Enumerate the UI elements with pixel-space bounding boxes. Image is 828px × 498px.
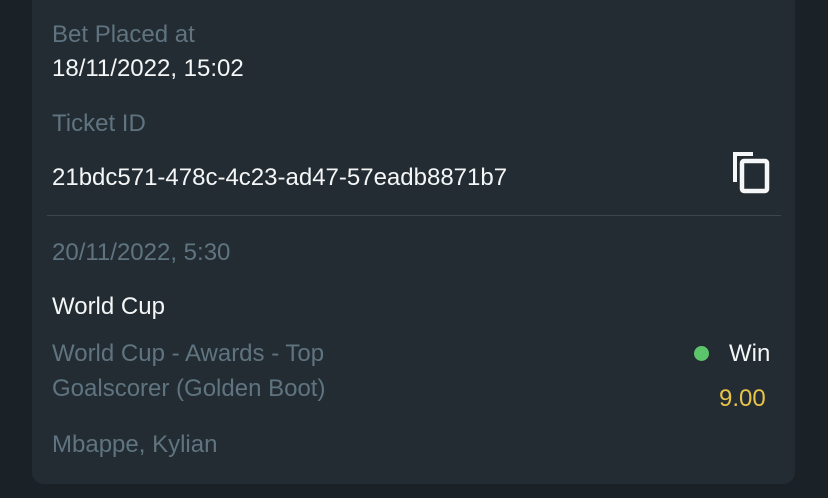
selection-pick: Mbappe, Kylian (52, 431, 218, 458)
ticket-id-value: 21bdc571-478c-4c23-ad47-57eadb8871b7 (52, 164, 508, 191)
copy-ticket-id-button[interactable] (727, 148, 775, 198)
bet-placed-label: Bet Placed at (52, 21, 195, 48)
bet-placed-value: 18/11/2022, 15:02 (52, 55, 244, 82)
bet-status: Win (729, 340, 771, 367)
market-line-1: World Cup - Awards - Top (52, 340, 325, 367)
competition-name: World Cup (52, 293, 165, 320)
ticket-id-label: Ticket ID (52, 110, 146, 137)
event-datetime: 20/11/2022, 5:30 (52, 239, 231, 266)
win-status-dot (694, 346, 709, 361)
copy-icon (733, 152, 770, 194)
odds-value: 9.00 (719, 385, 766, 412)
market-line-2: Goalscorer (Golden Boot) (52, 375, 326, 402)
section-divider (47, 215, 781, 216)
